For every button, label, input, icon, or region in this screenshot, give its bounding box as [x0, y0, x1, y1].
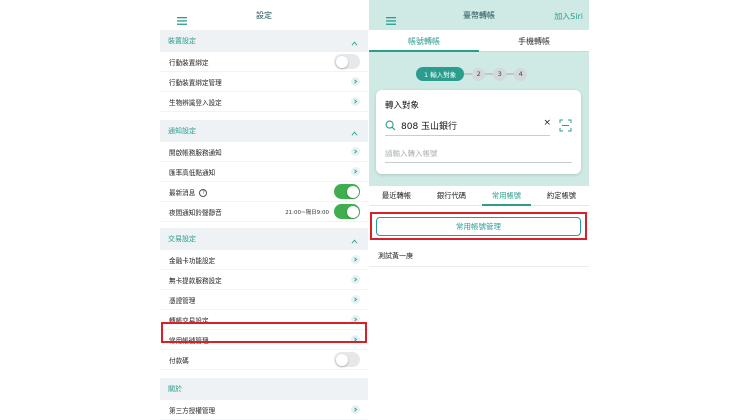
row-label: 第三方授權管理: [169, 406, 216, 415]
row-label: 行動裝置綁定管理: [169, 78, 222, 87]
step-indicator: 1 輸入對象 2 3 4: [416, 66, 528, 82]
transfer-title: 臺幣轉帳: [463, 10, 495, 20]
section-notification-settings[interactable]: 通知設定: [160, 120, 368, 142]
row-label: 付款碼: [169, 356, 189, 365]
night-mute-toggle[interactable]: [334, 204, 360, 219]
row-label: 夜間通知鈴聲靜音: [169, 208, 222, 217]
row-label: 開啟帳務服務通知: [169, 148, 222, 157]
bank-selector[interactable]: 808 玉山銀行 ×: [385, 117, 575, 133]
row-right: 21:00~隔日9:00: [285, 204, 360, 219]
mute-time-range: 21:00~隔日9:00: [285, 209, 329, 216]
chevron-up-icon: [351, 32, 358, 51]
chevron-right-icon: [351, 167, 360, 176]
section-transaction-settings[interactable]: 交易設定: [160, 228, 368, 250]
bank-underline: [385, 135, 550, 136]
step-connector: [485, 73, 494, 75]
section-label: 交易設定: [168, 235, 196, 243]
row-debit-card-settings[interactable]: 金融卡功能設定: [160, 250, 368, 270]
account-underline: [385, 162, 572, 163]
recipient-card: 轉入對象 808 玉山銀行 ×: [376, 90, 581, 174]
clear-icon[interactable]: ×: [543, 118, 551, 128]
step-3: 3: [493, 67, 507, 81]
chevron-right-icon: [351, 275, 360, 284]
settings-header: 設定: [160, 0, 368, 30]
row-device-binding[interactable]: 行動裝置綁定: [160, 52, 368, 72]
row-label: 行動裝置綁定: [169, 58, 209, 67]
transfer-panel: 臺幣轉帳 加入Siri 帳號轉帳 手機轉帳 1 輸入對象 2 3 4 轉入對象 …: [369, 0, 589, 420]
row-exchange-rate-alert[interactable]: 匯率高低點通知: [160, 162, 368, 182]
row-account-notifications[interactable]: 開啟帳務服務通知: [160, 142, 368, 162]
row-label: 最新消息?: [169, 187, 208, 197]
tab-frequent-accounts[interactable]: 常用帳號: [479, 186, 534, 206]
chevron-up-icon: [351, 230, 358, 249]
search-icon: [385, 116, 396, 135]
help-icon[interactable]: ?: [199, 188, 208, 197]
chevron-up-icon: [351, 122, 358, 141]
row-payment-code[interactable]: 付款碼: [160, 350, 368, 370]
step-2: 2: [472, 67, 486, 81]
step-connector: [506, 73, 515, 75]
step-connector: [464, 73, 473, 75]
chevron-right-icon: [351, 97, 360, 106]
page: 設定 裝置設定 行動裝置綁定 行動裝置綁定管理 生物辨識登入設定 通知設定 開啟…: [0, 0, 750, 420]
tab-account-transfer[interactable]: 帳號轉帳: [369, 30, 479, 52]
tab-agreed-accounts[interactable]: 約定帳號: [534, 186, 589, 205]
latest-news-toggle[interactable]: [334, 184, 360, 199]
device-binding-toggle[interactable]: [334, 54, 360, 69]
tab-bank-codes[interactable]: 銀行代碼: [424, 186, 479, 205]
bank-value: 808 玉山銀行: [401, 121, 458, 132]
step-1: 1 輸入對象: [416, 67, 465, 81]
row-label: 憑證管理: [169, 296, 196, 305]
row-certificate-management[interactable]: 憑證管理: [160, 290, 368, 310]
settings-panel: 設定 裝置設定 行動裝置綁定 行動裝置綁定管理 生物辨識登入設定 通知設定 開啟…: [160, 0, 368, 420]
menu-icon[interactable]: [177, 10, 187, 29]
chevron-right-icon: [351, 255, 360, 264]
row-device-binding-management[interactable]: 行動裝置綁定管理: [160, 72, 368, 92]
menu-icon[interactable]: [386, 10, 396, 29]
section-label: 裝置設定: [168, 37, 196, 45]
highlight-frequent-accounts-row: [161, 322, 367, 343]
row-third-party-authorization[interactable]: 第三方授權管理: [160, 400, 368, 420]
row-label: 匯率高低點通知: [169, 168, 216, 177]
transfer-tabs: 帳號轉帳 手機轉帳: [369, 30, 589, 52]
account-source-tabs: 最近轉帳 銀行代碼 常用帳號 約定帳號: [369, 186, 589, 206]
section-label: 關於: [168, 385, 182, 393]
chevron-right-icon: [351, 147, 360, 156]
row-label: 生物辨識登入設定: [169, 98, 222, 107]
settings-title: 設定: [256, 10, 272, 20]
section-label: 通知設定: [168, 127, 196, 135]
transfer-header: 臺幣轉帳 加入Siri: [369, 0, 589, 30]
section-device-settings[interactable]: 裝置設定: [160, 30, 368, 52]
scan-icon[interactable]: [559, 117, 572, 136]
chevron-right-icon: [351, 295, 360, 304]
add-siri-link[interactable]: 加入Siri: [554, 11, 583, 22]
list-item[interactable]: 測試黃一庚: [369, 245, 589, 267]
chevron-right-icon: [351, 405, 360, 414]
recipient-title: 轉入對象: [385, 101, 420, 111]
row-label: 無卡提款服務設定: [169, 276, 222, 285]
highlight-manage-button: [370, 212, 587, 240]
row-latest-news[interactable]: 最新消息?: [160, 182, 368, 202]
chevron-right-icon: [351, 77, 360, 86]
section-about: 關於: [160, 378, 368, 400]
account-number-input[interactable]: [385, 146, 572, 160]
payment-code-toggle[interactable]: [334, 352, 360, 367]
row-label: 金融卡功能設定: [169, 256, 216, 265]
latest-news-label: 最新消息: [169, 188, 196, 197]
tab-recent-transfers[interactable]: 最近轉帳: [369, 186, 424, 205]
row-cardless-withdrawal[interactable]: 無卡提款服務設定: [160, 270, 368, 290]
step-4: 4: [514, 67, 528, 81]
tab-mobile-transfer[interactable]: 手機轉帳: [479, 30, 589, 52]
row-biometric-login[interactable]: 生物辨識登入設定: [160, 92, 368, 112]
row-night-mute[interactable]: 夜間通知鈴聲靜音 21:00~隔日9:00: [160, 202, 368, 222]
